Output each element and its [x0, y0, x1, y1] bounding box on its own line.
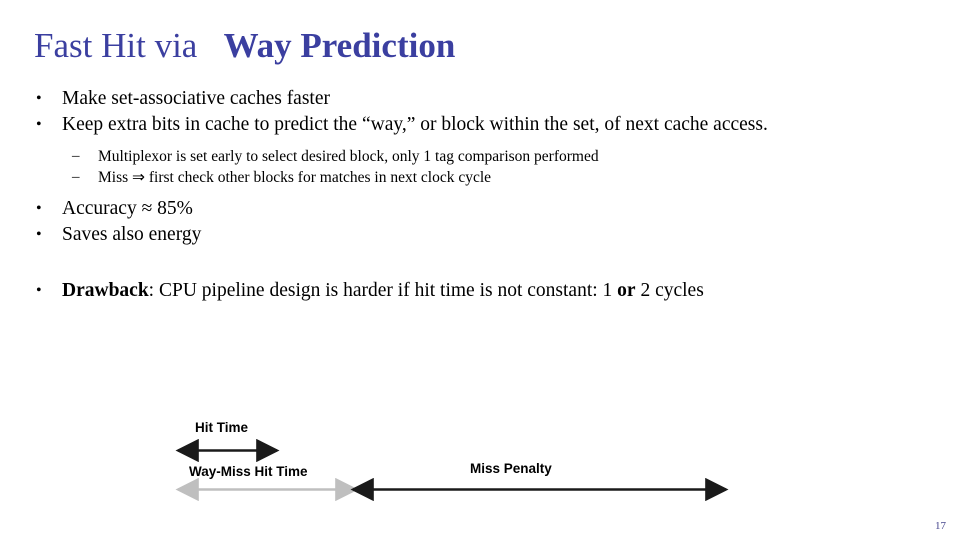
dash-bullet-glyph-icon: –	[72, 169, 80, 185]
drawback-tail-label: 2 cycles	[635, 280, 704, 301]
sub-bullet-item-2: – Miss ⇒ first check other blocks for ma…	[0, 167, 960, 188]
diagram-label-hit-time: Hit Time	[195, 420, 249, 435]
page-title-part-1: Fast Hit via	[34, 26, 198, 65]
bullet-item-1-label: Make set-associative caches faster	[62, 88, 330, 109]
bullet-glyph-icon: •	[36, 200, 42, 217]
bullet-item-drawback: • Drawback: CPU pipeline design is harde…	[0, 278, 960, 304]
sub-bullet-item-1-label: Multiplexor is set early to select desir…	[98, 148, 599, 165]
page-number: 17	[935, 520, 946, 532]
bullet-glyph-icon: •	[36, 90, 42, 107]
drawback-lead-label: Drawback	[62, 280, 149, 301]
page-title-part-2: Way Prediction	[223, 26, 456, 65]
bullet-item-4-label: Saves also energy	[62, 224, 202, 245]
bullet-item-2: • Keep extra bits in cache to predict th…	[0, 112, 960, 138]
sub-bullet-item-2-label: Miss ⇒ first check other blocks for matc…	[98, 169, 492, 186]
page-title: Fast Hit via Way Prediction	[34, 26, 455, 66]
bullet-item-3-label: Accuracy ≈ 85%	[62, 198, 193, 219]
drawback-rest-label: : CPU pipeline design is harder if hit t…	[148, 280, 618, 301]
drawback-or-label: or	[617, 280, 636, 301]
bullet-item-4: • Saves also energy	[0, 222, 960, 248]
bullet-item-2-label: Keep extra bits in cache to predict the …	[62, 114, 768, 135]
bullet-item-1: • Make set-associative caches faster	[0, 86, 960, 112]
bullet-item-3: • Accuracy ≈ 85%	[0, 196, 960, 222]
bullet-glyph-icon: •	[36, 282, 42, 299]
bullet-glyph-icon: •	[36, 226, 42, 243]
dash-bullet-glyph-icon: –	[72, 148, 80, 164]
diagram-label-way-miss-hit-time: Way-Miss Hit Time	[189, 464, 308, 479]
diagram-label-miss-penalty: Miss Penalty	[470, 461, 552, 476]
slide-body: • Make set-associative caches faster • K…	[0, 86, 960, 304]
bullet-glyph-icon: •	[36, 116, 42, 133]
sub-bullet-item-1: – Multiplexor is set early to select des…	[0, 146, 960, 167]
